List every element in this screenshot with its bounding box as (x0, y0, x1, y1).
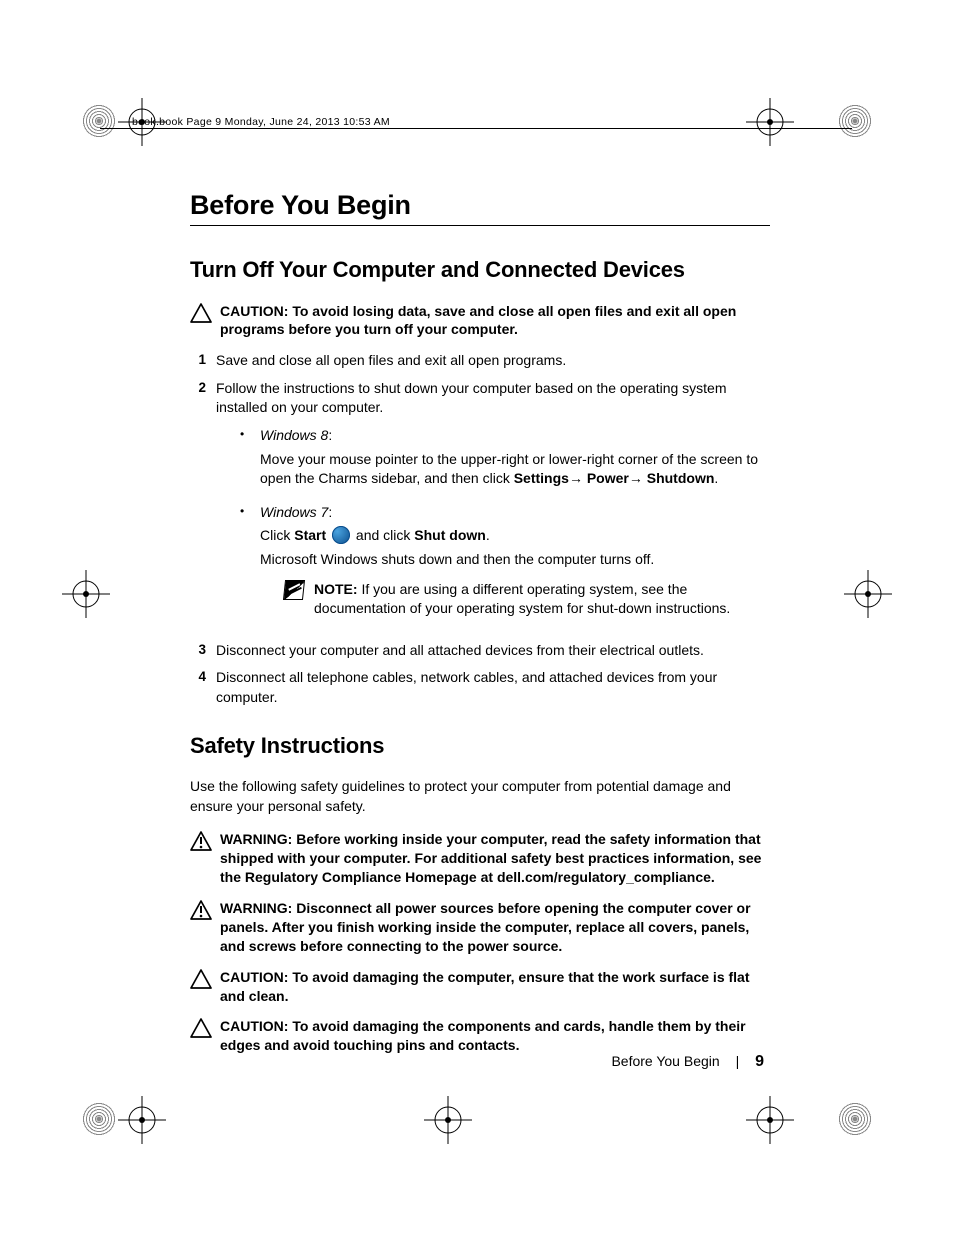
page-content: Before You Begin Turn Off Your Computer … (190, 190, 770, 1067)
alert-label: WARNING: (220, 900, 292, 916)
alert-label: CAUTION: (220, 303, 288, 319)
alert-label: WARNING: (220, 831, 292, 847)
header-rule (100, 128, 852, 129)
print-registration-dot (838, 1102, 872, 1136)
caution-icon (190, 969, 212, 989)
caution-alert: CAUTION: To avoid damaging the computer,… (190, 968, 770, 1006)
step-text: Disconnect your computer and all attache… (216, 641, 770, 661)
alert-text: Disconnect all power sources before open… (220, 900, 751, 954)
note-text: If you are using a different operating s… (314, 581, 730, 617)
caution-icon (190, 1018, 212, 1038)
step-number: 4 (190, 668, 206, 707)
step-number: 2 (190, 379, 206, 633)
alert-label: CAUTION: (220, 1018, 288, 1034)
crop-mark-icon (746, 1096, 794, 1144)
step-text: Follow the instructions to shut down you… (216, 380, 727, 416)
step-number: 3 (190, 641, 206, 661)
footer-title: Before You Begin (611, 1053, 719, 1069)
alert-label: CAUTION: (220, 969, 288, 985)
note-block: NOTE: If you are using a different opera… (284, 580, 770, 619)
sub-item-windows-7: Windows 7: Click Start and click Shut do… (240, 503, 770, 619)
step-item: 1 Save and close all open files and exit… (190, 351, 770, 371)
crop-mark-icon (844, 570, 892, 618)
step-item: 2 Follow the instructions to shut down y… (190, 379, 770, 633)
step-text: Disconnect all telephone cables, network… (216, 668, 770, 707)
windows-logo-icon (332, 526, 350, 544)
sub-paragraph: Microsoft Windows shuts down and then th… (260, 550, 770, 570)
warning-alert: WARNING: Before working inside your comp… (190, 830, 770, 887)
crop-mark-icon (62, 570, 110, 618)
caution-alert: CAUTION: To avoid damaging the component… (190, 1017, 770, 1055)
crop-mark-icon (118, 1096, 166, 1144)
step-number: 1 (190, 351, 206, 371)
step-item: 4 Disconnect all telephone cables, netwo… (190, 668, 770, 707)
caution-icon (190, 303, 212, 323)
print-registration-dot (838, 104, 872, 138)
section-heading: Safety Instructions (190, 732, 770, 760)
intro-paragraph: Use the following safety guidelines to p… (190, 777, 770, 816)
caution-alert: CAUTION: To avoid losing data, save and … (190, 302, 770, 340)
warning-icon (190, 900, 212, 920)
alert-text: To avoid losing data, save and close all… (220, 303, 736, 338)
steps-list: 1 Save and close all open files and exit… (190, 351, 770, 707)
note-icon (283, 580, 305, 600)
section-heading: Turn Off Your Computer and Connected Dev… (190, 256, 770, 284)
warning-icon (190, 831, 212, 851)
alert-text: Before working inside your computer, rea… (220, 831, 761, 885)
sub-paragraph: Click Start and click Shut down. (260, 526, 770, 546)
alert-text: To avoid damaging the computer, ensure t… (220, 969, 750, 1004)
page-footer: Before You Begin | 9 (611, 1053, 764, 1071)
step-text: Save and close all open files and exit a… (216, 351, 770, 371)
warning-alert: WARNING: Disconnect all power sources be… (190, 899, 770, 956)
note-label: NOTE: (314, 581, 358, 597)
sub-item-windows-8: Windows 8: Move your mouse pointer to th… (240, 426, 770, 489)
page-number: 9 (755, 1053, 764, 1070)
sub-paragraph: Move your mouse pointer to the upper-rig… (260, 450, 770, 489)
page-title: Before You Begin (190, 190, 770, 226)
print-registration-dot (82, 104, 116, 138)
sub-label: Windows 7 (260, 504, 328, 520)
sub-label: Windows 8 (260, 427, 328, 443)
crop-mark-icon (424, 1096, 472, 1144)
crop-mark-icon (746, 98, 794, 146)
print-registration-dot (82, 1102, 116, 1136)
alert-text: To avoid damaging the components and car… (220, 1018, 746, 1053)
sub-list: Windows 8: Move your mouse pointer to th… (240, 426, 770, 619)
step-item: 3 Disconnect your computer and all attac… (190, 641, 770, 661)
print-header-text: book.book Page 9 Monday, June 24, 2013 1… (132, 116, 390, 128)
